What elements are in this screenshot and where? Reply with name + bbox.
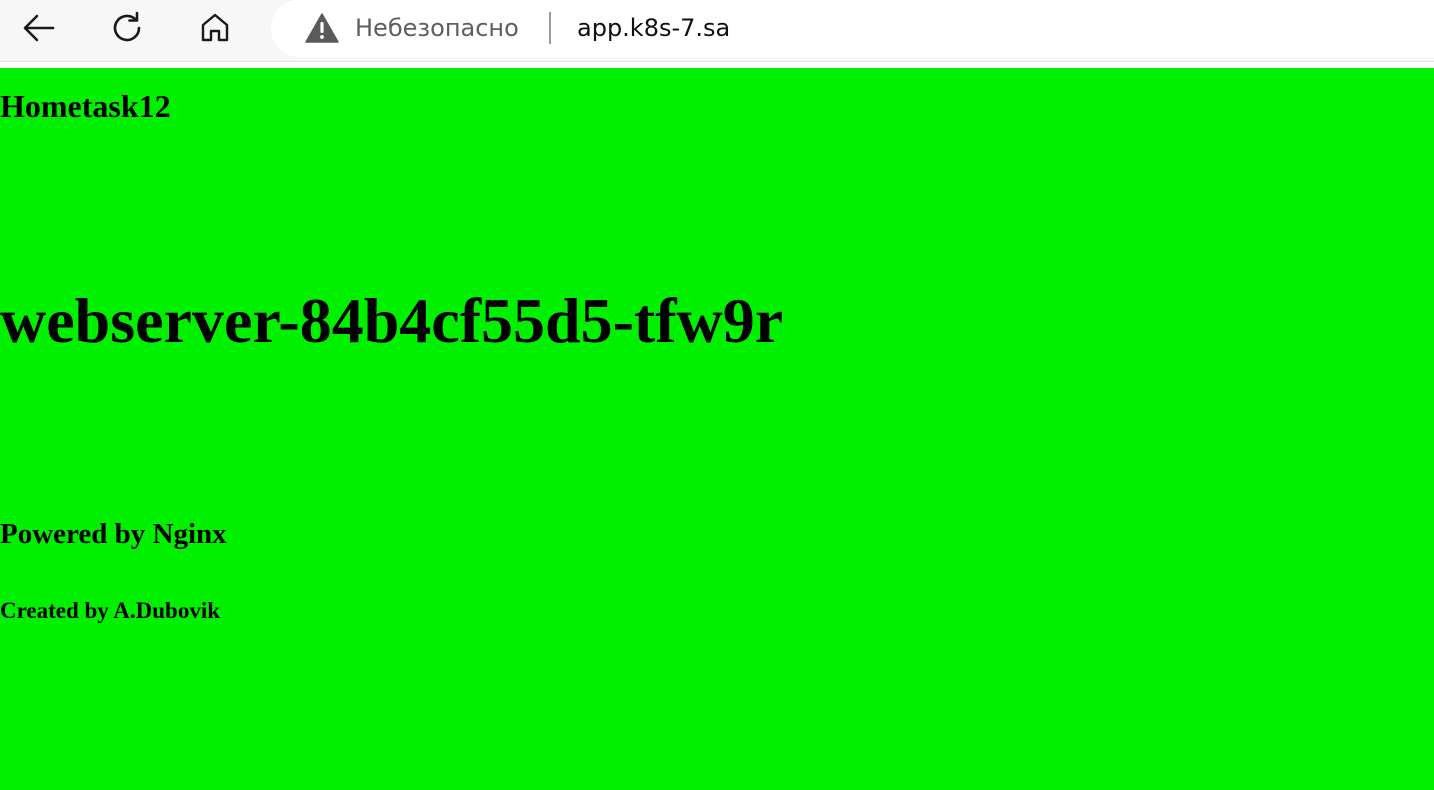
reload-button[interactable] <box>105 8 149 48</box>
back-button[interactable] <box>17 8 61 48</box>
url-text[interactable]: app.k8s-7.sa <box>577 13 730 43</box>
address-divider <box>549 12 551 44</box>
home-icon <box>201 13 229 42</box>
refresh-icon <box>113 11 141 42</box>
arrow-left-icon <box>23 14 55 42</box>
warning-triangle-icon[interactable] <box>305 13 339 43</box>
address-bar[interactable]: Небезопасно app.k8s-7.sa <box>271 0 1434 57</box>
browser-toolbar: Небезопасно app.k8s-7.sa <box>0 0 1434 62</box>
created-by-text: Created by A.Dubovik <box>0 598 221 623</box>
home-button[interactable] <box>193 8 237 48</box>
hostname-heading: webserver-84b4cf55d5-tfw9r <box>0 285 784 356</box>
page-title: Hometask12 <box>0 88 171 124</box>
page-content: Hometask12 webserver-84b4cf55d5-tfw9r Po… <box>0 68 1434 790</box>
security-status-label[interactable]: Небезопасно <box>355 13 519 43</box>
powered-by-text: Powered by Nginx <box>0 518 227 550</box>
